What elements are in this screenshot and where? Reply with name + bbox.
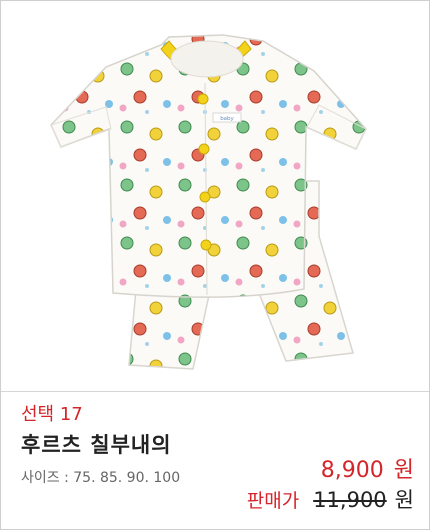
- sale-price-value: 8,900: [320, 458, 384, 483]
- divider: [1, 391, 429, 392]
- product-image[interactable]: baby: [1, 1, 429, 391]
- sale-price-unit: 원: [393, 458, 414, 483]
- sale-price: 8,900 원: [321, 452, 414, 484]
- original-price: 판매가 11,900 원: [247, 484, 414, 514]
- brand-tag: baby: [220, 116, 234, 122]
- original-price-value: 11,900: [313, 488, 387, 512]
- product-label: 선택 17: [21, 404, 83, 425]
- price-label: 판매가: [246, 490, 300, 512]
- product-card[interactable]: baby 선택 17 후르츠 칠부내의 사이즈 : 75. 85. 90. 10…: [0, 0, 430, 530]
- product-name[interactable]: 후르츠 칠부내의: [21, 429, 172, 459]
- original-price-unit: 원: [394, 488, 414, 512]
- pajama-illustration: baby: [50, 34, 367, 370]
- size-list: 사이즈 : 75. 85. 90. 100: [21, 470, 181, 486]
